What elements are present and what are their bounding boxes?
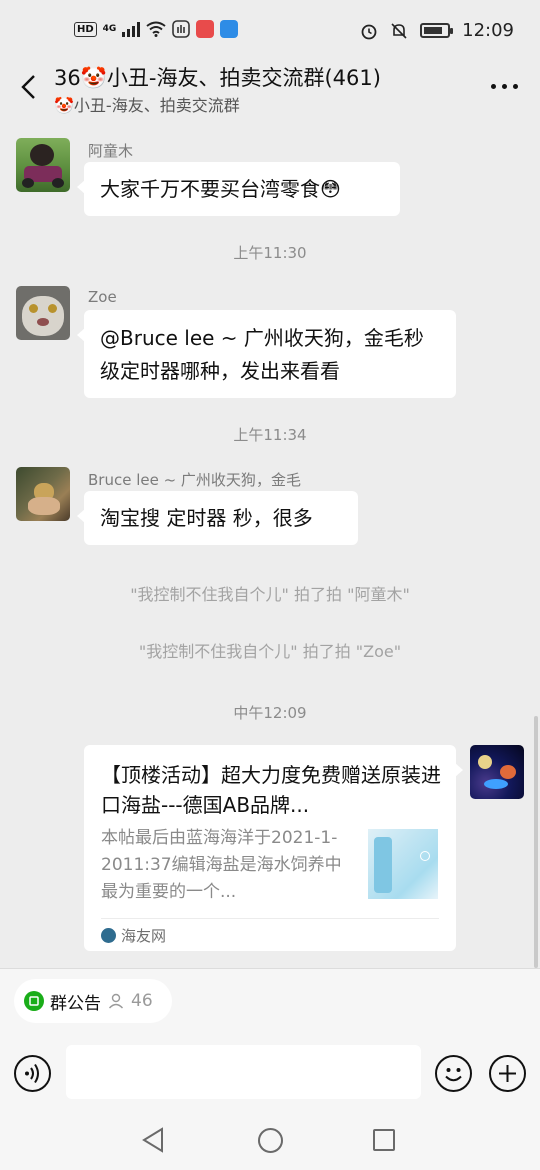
system-nav-bar xyxy=(0,1111,540,1170)
avatar[interactable] xyxy=(16,138,70,192)
avatar[interactable] xyxy=(16,467,70,521)
system-message: "我控制不住我自个儿" 拍了拍 "阿童木" xyxy=(130,585,410,604)
message-bubble[interactable]: 淘宝搜 定时器 秒，很多 xyxy=(77,491,358,545)
wifi-icon xyxy=(146,21,166,37)
signal-icon xyxy=(122,21,141,37)
group-notice-button[interactable]: 群公告 46 xyxy=(14,979,172,1023)
sender-name: 阿童木 xyxy=(88,142,134,160)
voice-icon[interactable] xyxy=(14,1055,51,1092)
timestamp: 中午12:09 xyxy=(233,704,307,722)
notice-icon xyxy=(24,991,44,1011)
mute-icon xyxy=(391,22,407,39)
status-left: HD 4G xyxy=(74,20,239,38)
chat-header: 36🤡小丑-海友、拍卖交流群(461) 🤡小丑-海友、拍卖交流群 xyxy=(0,60,540,120)
chat-subtitle: 🤡小丑-海友、拍卖交流群 xyxy=(54,96,240,115)
link-card-source: 海友网 xyxy=(101,925,166,946)
my-avatar[interactable] xyxy=(470,745,524,799)
status-right: 12:09 xyxy=(360,20,514,41)
notice-label: 群公告 xyxy=(50,993,101,1014)
chat-title: 36🤡小丑-海友、拍卖交流群(461) xyxy=(54,66,381,90)
timestamp: 上午11:34 xyxy=(233,426,307,444)
status-time: 12:09 xyxy=(462,20,514,41)
nav-home-icon[interactable] xyxy=(258,1128,283,1153)
hd-indicator: HD xyxy=(74,21,97,37)
message-bubble[interactable]: @Bruce lee ~ 广州收天狗，金毛秒级定时器哪种，发出来看看 xyxy=(77,310,456,398)
network-type: 4G xyxy=(102,24,117,34)
status-bar: HD 4G 12:09 xyxy=(0,0,540,64)
link-card-title: 【顶楼活动】超大力度免费赠送原装进口海盐---德国AB品牌... xyxy=(101,763,441,817)
more-dots-icon[interactable] xyxy=(491,84,518,89)
hand-app-icon xyxy=(172,20,191,38)
person-icon xyxy=(108,993,124,1009)
link-card-divider xyxy=(101,918,439,919)
sender-name: Bruce lee ~ 广州收天狗，金毛 xyxy=(88,471,301,489)
scrollbar[interactable] xyxy=(534,716,538,968)
battery-icon xyxy=(420,23,454,38)
blue-app-icon xyxy=(220,20,239,38)
chat-footer: 群公告 46 xyxy=(0,968,540,1170)
link-card[interactable]: 【顶楼活动】超大力度免费赠送原装进口海盐---德国AB品牌... 本帖最后由蓝海… xyxy=(84,745,463,951)
avatar[interactable] xyxy=(16,286,70,340)
red-app-icon xyxy=(196,20,215,38)
message-input[interactable] xyxy=(66,1045,421,1099)
plus-icon[interactable] xyxy=(489,1055,526,1092)
site-logo-icon xyxy=(101,928,116,943)
message-bubble[interactable]: 大家千万不要买台湾零食😳 xyxy=(77,162,400,216)
chat-messages[interactable]: 阿童木 大家千万不要买台湾零食😳 上午11:30 Zoe @Bruce lee … xyxy=(0,120,540,968)
timestamp: 上午11:30 xyxy=(233,244,307,262)
sender-name: Zoe xyxy=(88,288,117,306)
link-card-source-name: 海友网 xyxy=(121,927,167,945)
link-card-thumbnail xyxy=(368,829,438,899)
nav-back-icon[interactable] xyxy=(141,1127,165,1153)
alarm-icon xyxy=(361,24,377,39)
link-card-description: 本帖最后由蓝海海洋于2021-1-2011:37编辑海盐是海水饲养中最为重要的一… xyxy=(101,828,342,902)
emoji-icon[interactable] xyxy=(435,1055,472,1092)
system-message: "我控制不住我自个儿" 拍了拍 "Zoe" xyxy=(138,642,402,661)
chevron-left-icon[interactable] xyxy=(16,72,42,102)
member-count: 46 xyxy=(131,991,153,1011)
nav-recent-icon[interactable] xyxy=(373,1129,395,1151)
